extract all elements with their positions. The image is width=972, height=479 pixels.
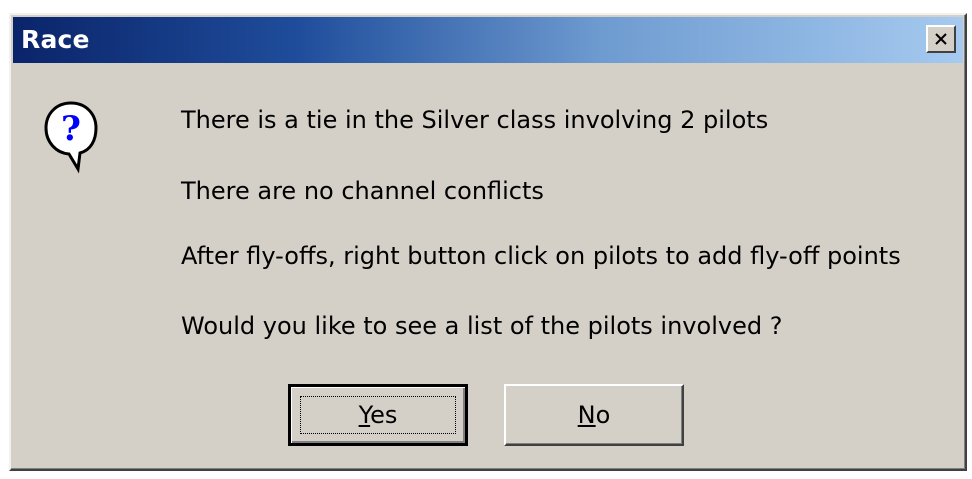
yes-label-rest: es: [370, 401, 398, 429]
yes-button-label: Yes: [359, 401, 398, 429]
no-mnemonic: N: [577, 401, 596, 429]
yes-mnemonic: Y: [358, 401, 371, 429]
no-label-rest: o: [595, 401, 611, 429]
message-line-3: After fly-offs, right button click on pi…: [181, 242, 901, 270]
message-line-1: There is a tie in the Silver class invol…: [181, 106, 769, 134]
svg-text:?: ?: [61, 109, 81, 149]
race-dialog: Race ? There is a tie in the Silver clas…: [9, 13, 967, 471]
no-button-label: No: [578, 401, 611, 429]
close-icon: [935, 33, 947, 45]
no-button[interactable]: No: [504, 384, 684, 446]
close-button[interactable]: [926, 25, 956, 53]
message-line-4: Would you like to see a list of the pilo…: [181, 312, 783, 340]
message-line-2: There are no channel conflicts: [181, 177, 544, 205]
yes-button[interactable]: Yes: [288, 384, 468, 446]
title-bar[interactable]: Race: [13, 17, 963, 63]
question-icon: ?: [44, 101, 98, 174]
window-title: Race: [21, 25, 90, 54]
